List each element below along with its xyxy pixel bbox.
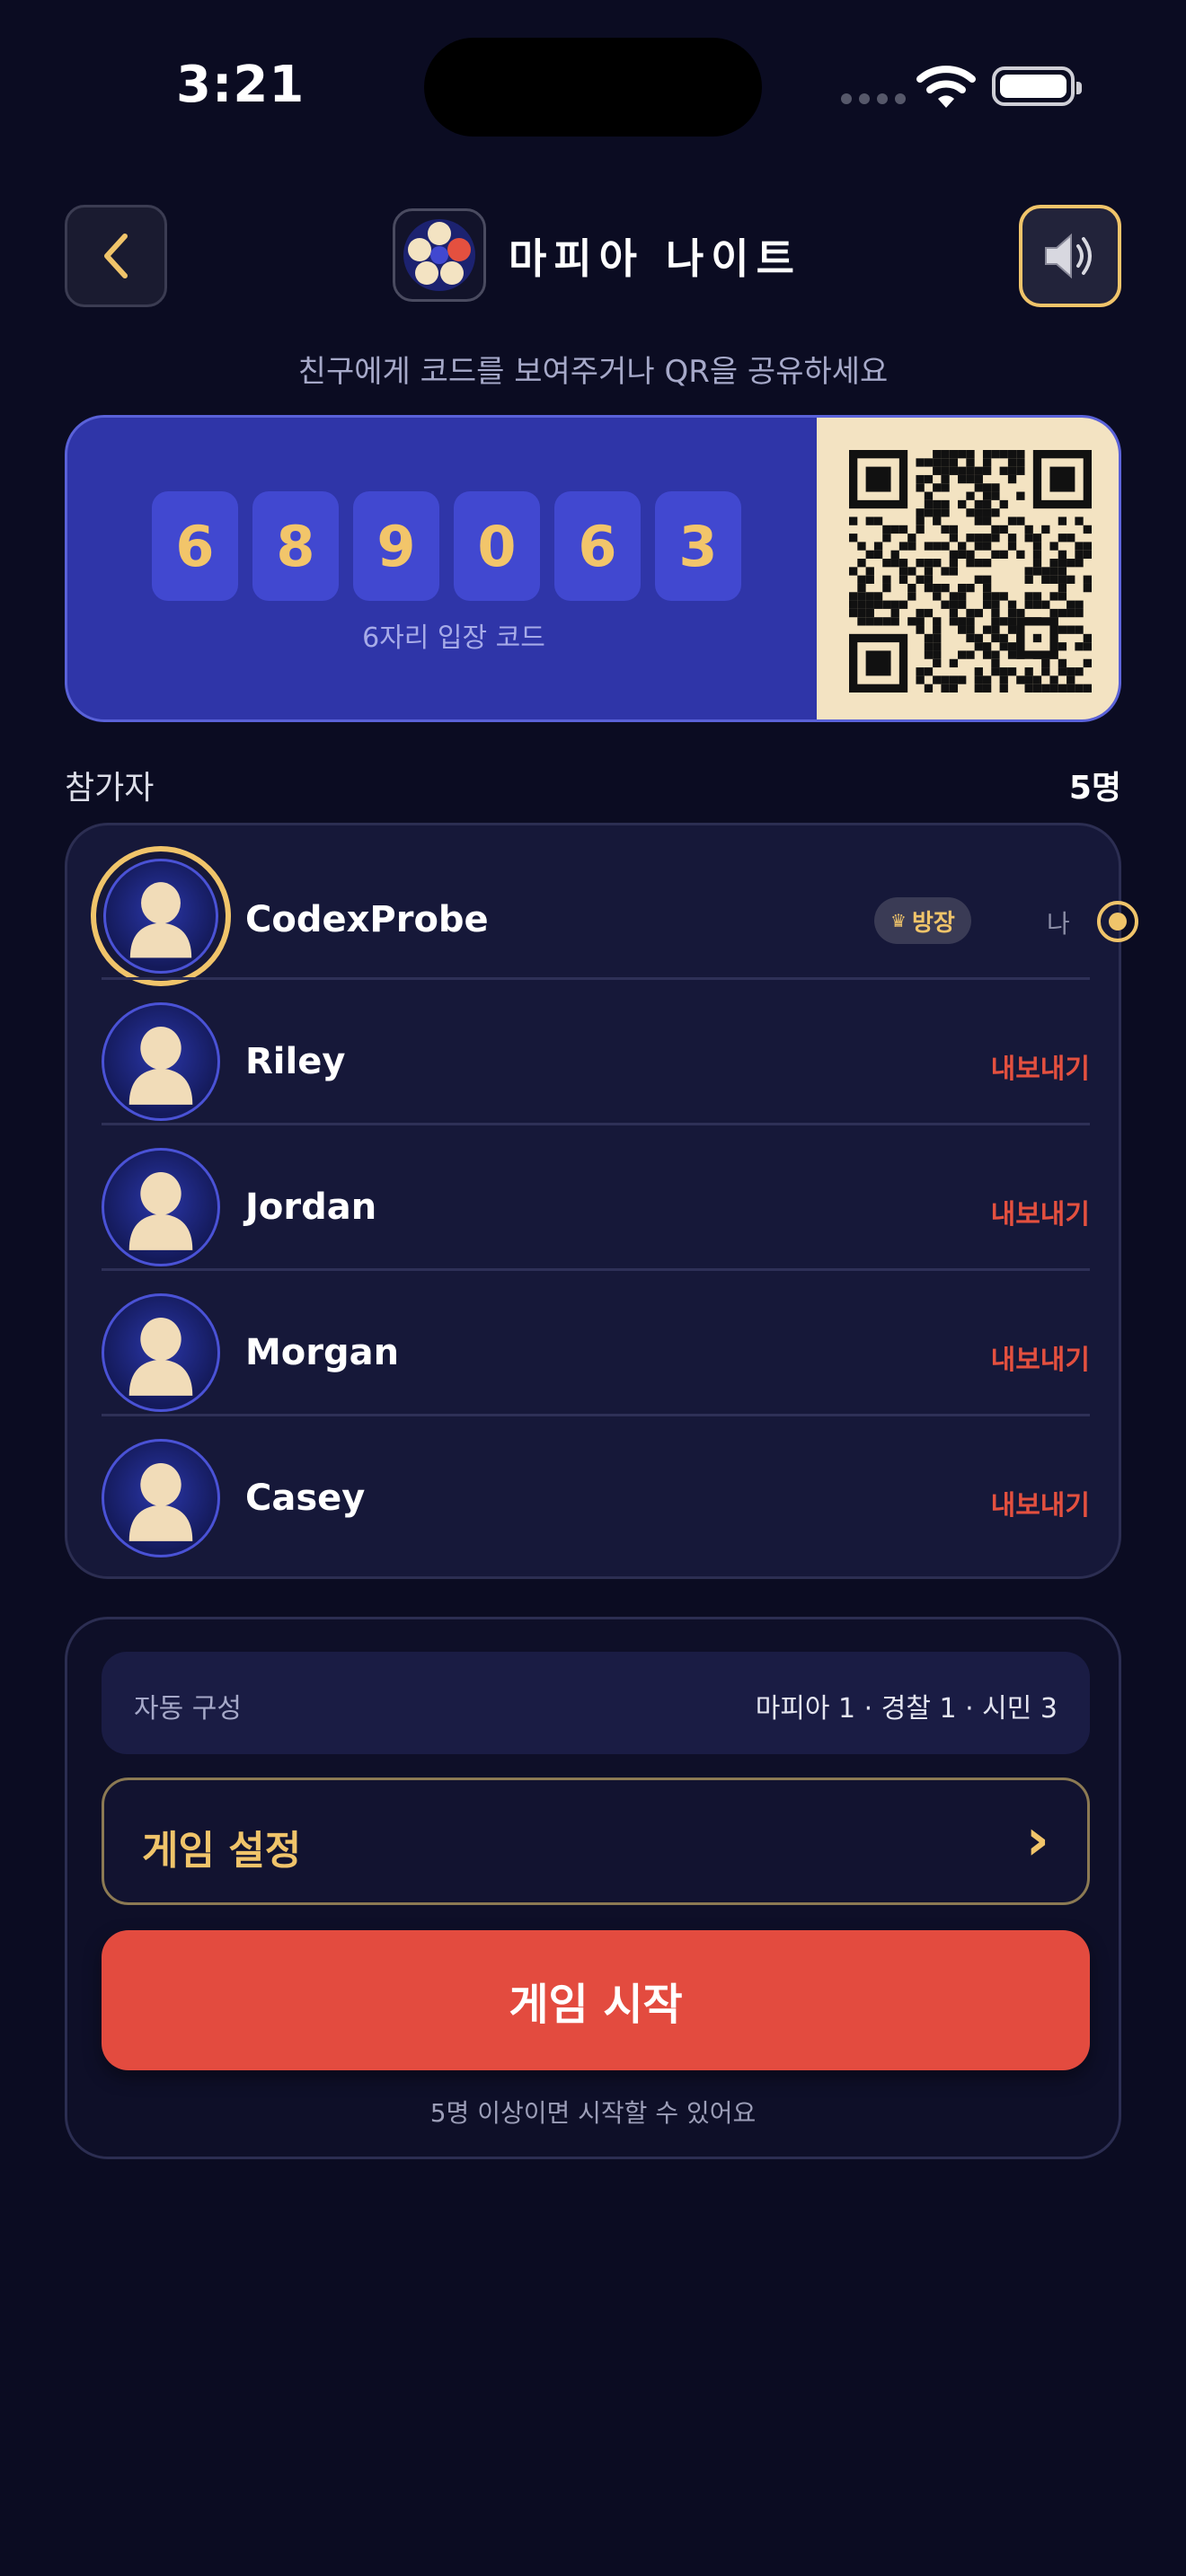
- host-badge: ♛ 방장: [874, 897, 971, 944]
- player-name: Casey: [245, 1478, 366, 1519]
- me-label: 나: [1047, 909, 1070, 939]
- pawn-avatar-icon: [128, 1171, 193, 1250]
- mafia-logo-icon: [403, 219, 475, 291]
- kick-button[interactable]: 내보내기: [991, 1192, 1090, 1231]
- code-caption: 6자리 입장 코드: [362, 622, 545, 654]
- code-digit: 0: [454, 491, 540, 601]
- role-composition: 자동 구성 마피아 1 · 경찰 1 · 시민 3: [102, 1652, 1090, 1754]
- back-button[interactable]: [65, 205, 167, 307]
- participants-label: 참가자: [65, 770, 155, 807]
- game-setup-card: 자동 구성 마피아 1 · 경찰 1 · 시민 3 게임 설정 › 게임 시작 …: [65, 1617, 1121, 2159]
- player-name: Morgan: [245, 1332, 400, 1373]
- ready-indicator: [1097, 901, 1138, 942]
- game-settings-button[interactable]: 게임 설정 ›: [102, 1778, 1090, 1905]
- chevron-left-icon: [104, 234, 128, 278]
- app-logo: [393, 208, 486, 302]
- kick-button[interactable]: 내보내기: [991, 1046, 1090, 1086]
- code-digit: 9: [353, 491, 439, 601]
- wifi-icon: [916, 66, 976, 108]
- pawn-avatar-icon: [128, 1026, 193, 1105]
- start-hint: 5명 이상이면 시작할 수 있어요: [429, 2098, 757, 2128]
- player-name: Jordan: [245, 1187, 377, 1228]
- sound-button[interactable]: [1019, 205, 1121, 307]
- code-digit: 8: [252, 491, 339, 601]
- list-item: Casey 내보내기: [102, 1416, 1090, 1562]
- signal-icon: [841, 93, 906, 104]
- avatar: [102, 1439, 220, 1557]
- avatar: [102, 1002, 220, 1121]
- game-settings-label: 게임 설정: [142, 1828, 302, 1874]
- pawn-avatar-icon: [128, 1317, 193, 1396]
- list-item: CodexProbe ♛ 방장 나: [91, 834, 1138, 986]
- battery-icon: [992, 66, 1082, 106]
- room-code-card: 6 8 9 0 6 3 6자리 입장 코드: [65, 415, 1121, 722]
- share-instruction: 친구에게 코드를 보여주거나 QR을 공유하세요: [297, 354, 889, 390]
- kick-button[interactable]: 내보내기: [991, 1483, 1090, 1522]
- composition-label: 자동 구성: [134, 1693, 242, 1725]
- speaker-icon: [1045, 233, 1092, 279]
- player-name: Riley: [245, 1041, 346, 1082]
- code-digit: 6: [152, 491, 238, 601]
- list-item: Jordan 내보내기: [102, 1125, 1090, 1271]
- status-time: 3:21: [176, 56, 305, 114]
- app-title: 마피아 나이트: [509, 234, 801, 283]
- avatar: [91, 846, 231, 986]
- participants-list: CodexProbe ♛ 방장 나 Riley 내보내기 Jordan 내보내기…: [65, 823, 1138, 1579]
- player-name: CodexProbe: [245, 899, 489, 940]
- crown-icon: ♛: [890, 910, 907, 931]
- kick-button[interactable]: 내보내기: [991, 1337, 1090, 1377]
- avatar: [102, 1293, 220, 1412]
- code-digit: 6: [554, 491, 641, 601]
- code-digit: 3: [655, 491, 741, 601]
- participants-count: 5명: [1068, 770, 1121, 807]
- qr-code-icon: [849, 450, 1092, 693]
- dynamic-island: [424, 38, 762, 137]
- room-code-digits: 6 8 9 0 6 3: [152, 491, 741, 601]
- avatar: [102, 1148, 220, 1266]
- chevron-right-icon: ›: [1025, 1807, 1049, 1874]
- pawn-avatar-icon: [128, 1462, 193, 1541]
- qr-code[interactable]: [817, 418, 1119, 719]
- pawn-avatar-icon: [129, 882, 192, 958]
- list-item: Riley 내보내기: [102, 980, 1090, 1125]
- composition-value: 마피아 1 · 경찰 1 · 시민 3: [755, 1693, 1058, 1725]
- list-item: Morgan 내보내기: [102, 1271, 1090, 1416]
- start-game-button[interactable]: 게임 시작: [102, 1930, 1090, 2070]
